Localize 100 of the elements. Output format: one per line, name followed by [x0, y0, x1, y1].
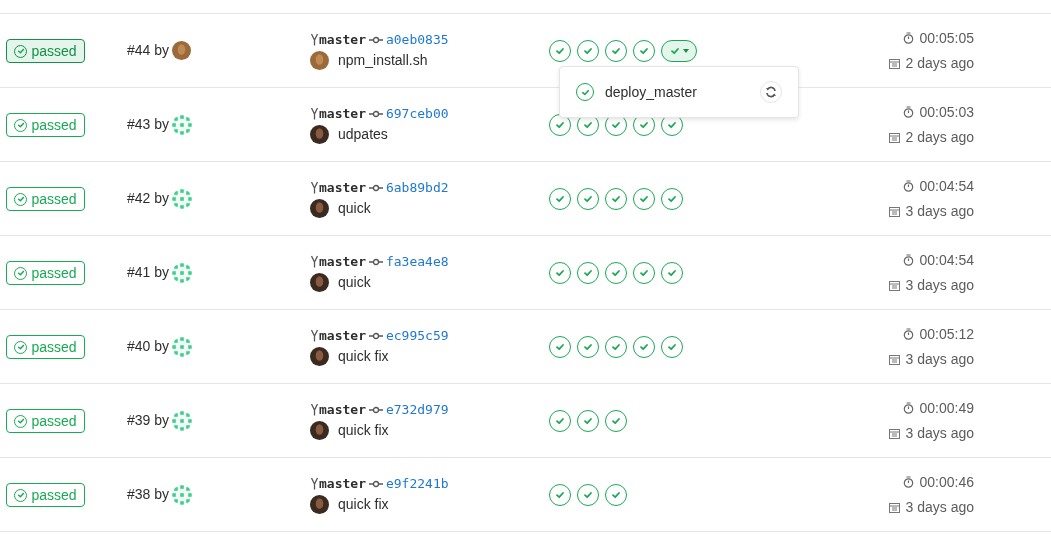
- stage-status-button[interactable]: [605, 262, 627, 284]
- branch-name[interactable]: master: [319, 177, 366, 198]
- finished-time: 3 days ago: [905, 497, 974, 517]
- stage-dropdown-button[interactable]: [661, 40, 697, 62]
- commit-message[interactable]: quick fix: [338, 494, 389, 516]
- stage-status-button[interactable]: [605, 484, 627, 506]
- finished-time: 3 days ago: [905, 349, 974, 369]
- status-badge[interactable]: passed: [6, 39, 85, 63]
- duration: 00:05:03: [919, 102, 974, 122]
- check-icon: [639, 268, 649, 278]
- check-icon: [555, 46, 565, 56]
- pipeline-id[interactable]: #43 by: [127, 114, 170, 135]
- check-icon: [639, 342, 649, 352]
- branch-name[interactable]: master: [319, 399, 366, 420]
- stage-status-button[interactable]: [661, 336, 683, 358]
- caret-icon: [682, 49, 689, 53]
- commit-icon: [368, 405, 383, 414]
- branch-name[interactable]: master: [319, 103, 366, 124]
- stage-status-button[interactable]: [605, 40, 627, 62]
- pipeline-id[interactable]: #38 by: [127, 484, 170, 505]
- retry-icon: [765, 86, 777, 98]
- finished-time: 2 days ago: [905, 53, 974, 73]
- check-icon: [667, 342, 677, 352]
- commit-sha[interactable]: e732d979: [385, 399, 449, 420]
- duration: 00:04:54: [919, 250, 974, 270]
- commit-message[interactable]: npm_install.sh: [338, 50, 428, 72]
- branch-name[interactable]: master: [319, 29, 366, 50]
- pipeline-id[interactable]: #44 by: [127, 40, 170, 61]
- commit-sha[interactable]: fa3ea4e8: [385, 251, 449, 272]
- pipeline-id[interactable]: #39 by: [127, 410, 170, 431]
- stage-status-button[interactable]: [549, 188, 571, 210]
- identicon-avatar: [172, 114, 193, 135]
- duration: 00:04:54: [919, 176, 974, 196]
- stage-status-button[interactable]: [633, 40, 655, 62]
- job-name[interactable]: deploy_master: [605, 81, 697, 103]
- commit-message[interactable]: quick: [338, 198, 371, 220]
- commit-icon: [368, 109, 383, 118]
- stage-status-button[interactable]: [577, 484, 599, 506]
- commit-icon: [368, 479, 383, 488]
- calendar-icon: [888, 427, 900, 439]
- stage-status-button[interactable]: [549, 262, 571, 284]
- pipeline-id[interactable]: #40 by: [127, 336, 170, 357]
- stage-status-button[interactable]: [577, 336, 599, 358]
- commit-message[interactable]: udpates: [338, 124, 388, 146]
- stage-status-button[interactable]: [549, 336, 571, 358]
- stage-status-button[interactable]: [633, 262, 655, 284]
- branch-icon: [310, 33, 319, 46]
- duration: 00:00:49: [919, 398, 974, 418]
- stage-status-button[interactable]: [633, 336, 655, 358]
- branch-icon: [310, 107, 319, 120]
- avatar: [310, 51, 329, 71]
- check-icon: [639, 46, 649, 56]
- avatar: [310, 273, 329, 293]
- finished-time: 2 days ago: [905, 127, 974, 147]
- branch-icon: [310, 403, 319, 416]
- timer-icon: [902, 106, 914, 118]
- check-icon: [583, 416, 593, 426]
- stage-status-button[interactable]: [577, 40, 599, 62]
- avatar: [310, 495, 329, 515]
- commit-sha[interactable]: 6ab89bd2: [385, 177, 449, 198]
- check-icon: [611, 194, 621, 204]
- check-icon: [611, 490, 621, 500]
- avatar: [310, 347, 329, 367]
- stage-status-button[interactable]: [549, 484, 571, 506]
- check-icon: [555, 416, 565, 426]
- branch-name[interactable]: master: [319, 325, 366, 346]
- commit-message[interactable]: quick fix: [338, 346, 389, 368]
- stage-status-button[interactable]: [605, 188, 627, 210]
- commit-message[interactable]: quick: [338, 272, 371, 294]
- stage-status-button[interactable]: [605, 336, 627, 358]
- calendar-icon: [888, 205, 900, 217]
- stage-status-button[interactable]: [577, 188, 599, 210]
- commit-sha[interactable]: e9f2241b: [385, 473, 449, 494]
- timer-icon: [902, 254, 914, 266]
- commit-icon: [368, 331, 383, 340]
- commit-sha[interactable]: 697ceb00: [385, 103, 449, 124]
- stage-status-button[interactable]: [661, 262, 683, 284]
- avatar: [310, 125, 329, 145]
- pipeline-id[interactable]: #41 by: [127, 262, 170, 283]
- stage-status-button[interactable]: [577, 262, 599, 284]
- stage-status-button[interactable]: [661, 188, 683, 210]
- branch-name[interactable]: master: [319, 473, 366, 494]
- check-icon: [583, 46, 593, 56]
- pipeline-id[interactable]: #42 by: [127, 188, 170, 209]
- branch-icon: [310, 181, 319, 194]
- stage-status-button[interactable]: [577, 410, 599, 432]
- commit-sha[interactable]: a0eb0835: [385, 29, 449, 50]
- stage-status-button[interactable]: [633, 188, 655, 210]
- stage-status-button[interactable]: [549, 410, 571, 432]
- branch-name[interactable]: master: [319, 251, 366, 272]
- commit-sha[interactable]: ec995c59: [385, 325, 449, 346]
- commit-message[interactable]: quick fix: [338, 420, 389, 442]
- check-icon: [583, 194, 593, 204]
- check-icon: [583, 490, 593, 500]
- commit-icon: [368, 257, 383, 266]
- stage-status-button[interactable]: [605, 410, 627, 432]
- stage-status-button[interactable]: [549, 114, 571, 136]
- check-icon: [611, 46, 621, 56]
- check-icon: [667, 194, 677, 204]
- stage-status-button[interactable]: [549, 40, 571, 62]
